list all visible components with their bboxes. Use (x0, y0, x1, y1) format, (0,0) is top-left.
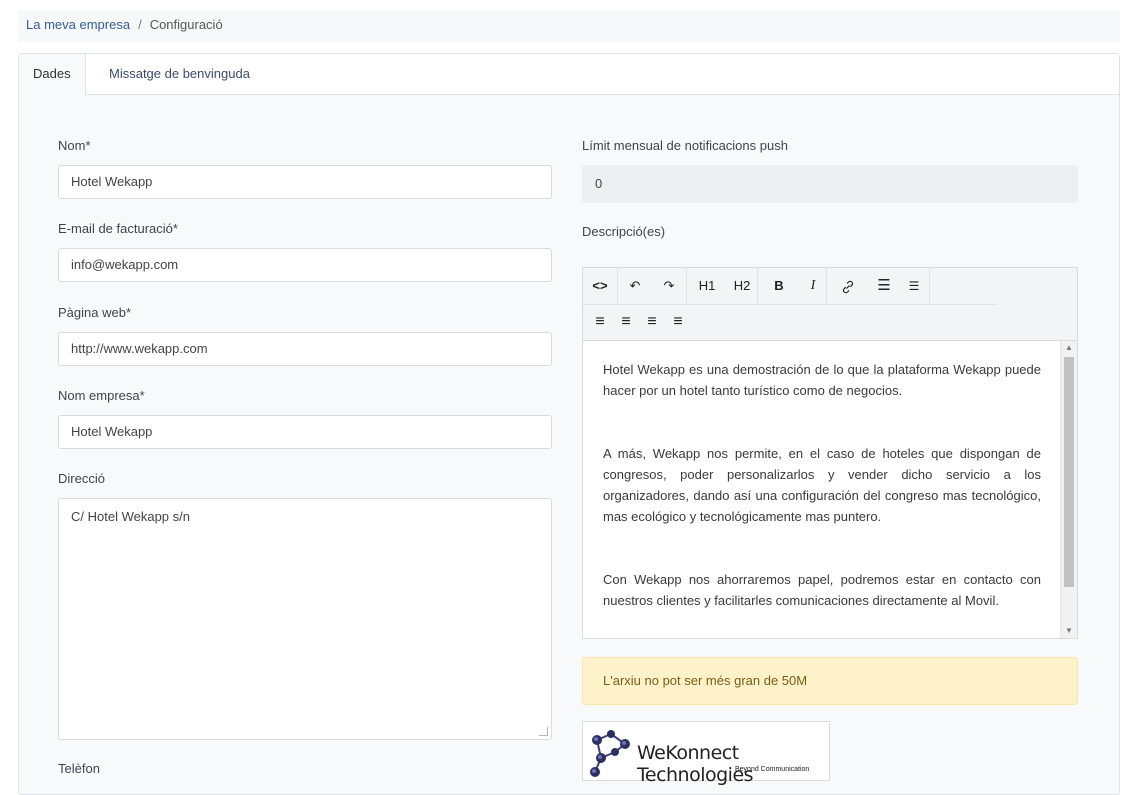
scroll-down-arrow[interactable]: ▼ (1061, 624, 1077, 638)
toolbar-group-insert: ☰ ☰ (827, 268, 930, 304)
breadcrumb-current: Configuració (149, 17, 223, 32)
redo-button[interactable]: ↷ (652, 268, 686, 304)
align-left-icon[interactable]: ≡ (587, 304, 613, 340)
h2-button[interactable]: H2 (727, 268, 757, 304)
description-paragraph: Con Wekapp nos ahorraremos papel, podrem… (603, 572, 1041, 608)
bold-button[interactable]: B (758, 268, 800, 304)
company-name-input[interactable]: Hotel Wekapp (58, 415, 552, 449)
toolbar-row-2: ≡ ≡ ≡ ≡ (583, 304, 691, 340)
address-textarea[interactable]: C/ Hotel Wekapp s/n (58, 498, 552, 740)
website-input[interactable]: http://www.wekapp.com (58, 332, 552, 366)
resize-handle[interactable] (539, 727, 548, 736)
file-size-alert: L'arxiu no pot ser més gran de 50M (582, 657, 1078, 705)
toolbar-row-1: <> ↶ ↷ H1 H2 B I ☰ ☰ (583, 268, 997, 305)
tab-dades[interactable]: Dades (19, 54, 86, 95)
logo-name: WeKonnect Technologies (637, 742, 754, 786)
molecule-icon (590, 730, 630, 777)
description-paragraph: Hotel Wekapp es una demostración de lo q… (603, 362, 1041, 398)
billing-email-input[interactable]: info@wekapp.com (58, 248, 552, 282)
italic-button[interactable]: I (800, 268, 826, 304)
company-name-label: Nom empresa* (58, 388, 145, 403)
phone-label: Telèfon (58, 761, 100, 776)
toolbar-group-history: ↶ ↷ (618, 268, 687, 304)
editor-scrollbar[interactable]: ▲ ▼ (1060, 341, 1077, 638)
breadcrumb-bar: La meva empresa / Configuració (18, 10, 1120, 42)
h1-button[interactable]: H1 (687, 268, 727, 304)
breadcrumb-parent-link[interactable]: La meva empresa (26, 17, 130, 32)
editor-content[interactable]: Hotel Wekapp es una demostración de lo q… (583, 341, 1061, 638)
ordered-list-icon[interactable]: ☰ (899, 268, 929, 304)
link-icon[interactable] (827, 268, 869, 304)
billing-email-label: E-mail de facturació* (58, 221, 178, 236)
breadcrumb: La meva empresa / Configuració (26, 17, 223, 32)
toolbar-group-code: <> (583, 268, 618, 304)
company-logo[interactable]: WeKonnect Technologies Beyond Communicat… (582, 721, 830, 786)
code-view-button[interactable]: <> (583, 268, 617, 304)
undo-button[interactable]: ↶ (618, 268, 652, 304)
description-editor[interactable]: <> ↶ ↷ H1 H2 B I ☰ ☰ ≡ ≡ ≡ ≡ Hotel Wekap… (582, 267, 1078, 639)
tab-bar: Dades Missatge de benvinguda (19, 54, 1119, 95)
address-value: C/ Hotel Wekapp s/n (71, 509, 190, 524)
bullet-list-icon[interactable]: ☰ (869, 268, 899, 304)
align-right-icon[interactable]: ≡ (639, 304, 665, 340)
align-center-icon[interactable]: ≡ (613, 304, 639, 340)
toolbar-group-headings: H1 H2 (687, 268, 758, 304)
scroll-thumb[interactable] (1064, 357, 1074, 587)
name-input[interactable]: Hotel Wekapp (58, 165, 552, 199)
push-limit-label: Límit mensual de notificacions push (582, 138, 788, 153)
breadcrumb-separator: / (138, 17, 142, 32)
name-label: Nom* (58, 138, 91, 153)
address-label: Direcció (58, 471, 105, 486)
editor-toolbar: <> ↶ ↷ H1 H2 B I ☰ ☰ ≡ ≡ ≡ ≡ (583, 268, 1077, 341)
tab-welcome-message[interactable]: Missatge de benvinguda (95, 54, 264, 94)
align-justify-icon[interactable]: ≡ (665, 304, 691, 340)
website-label: Pàgina web* (58, 305, 131, 320)
push-limit-input: 0 (582, 165, 1078, 203)
link-icon-svg (842, 280, 854, 294)
logo-tagline: Beyond Communication (735, 766, 810, 773)
description-paragraph: A más, Wekapp nos permite, en el caso de… (603, 446, 1041, 524)
toolbar-group-format: B I (758, 268, 827, 304)
description-label: Descripció(es) (582, 224, 666, 239)
scroll-up-arrow[interactable]: ▲ (1061, 341, 1077, 355)
